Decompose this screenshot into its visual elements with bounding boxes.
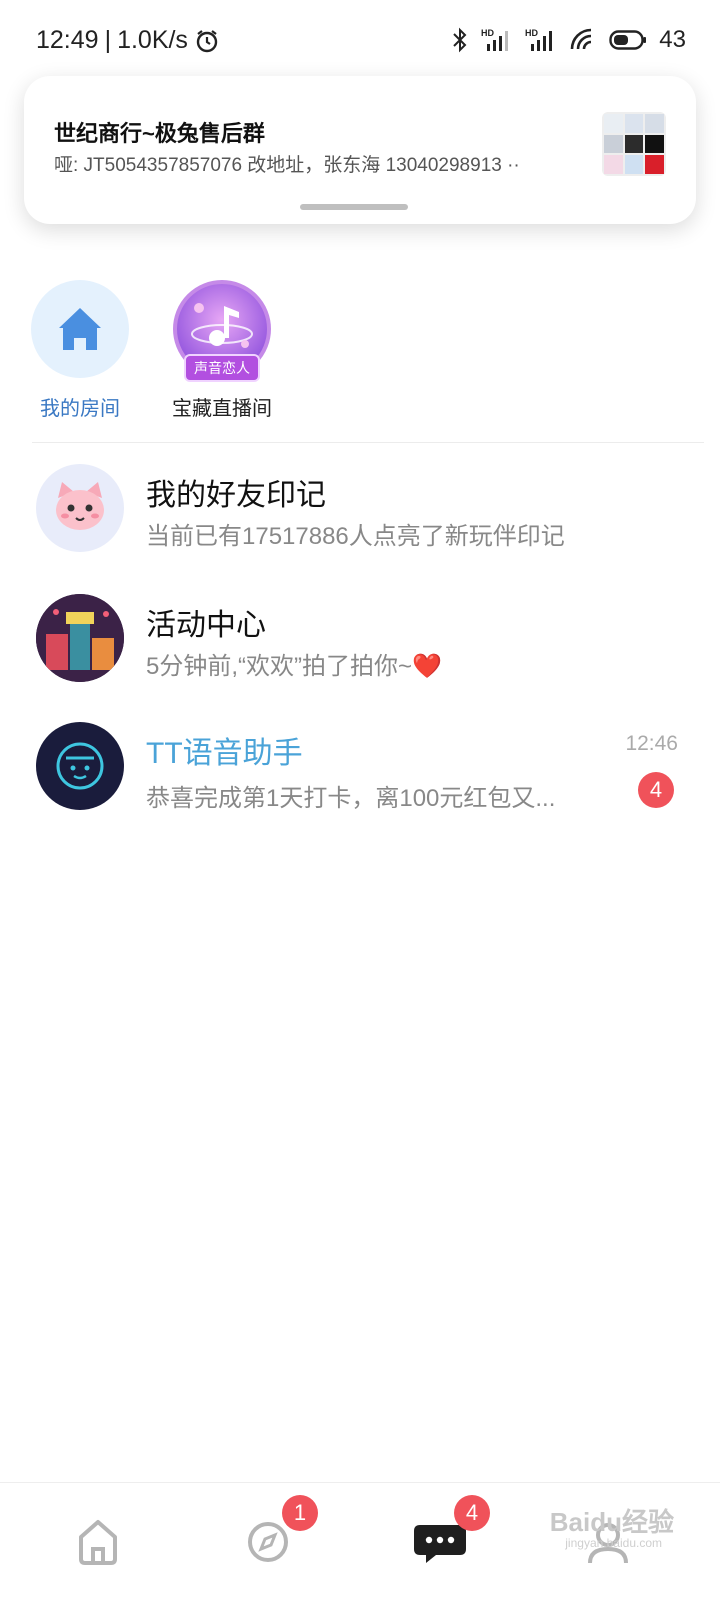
room-shortcuts: 我的房间 声音恋人 宝藏直播间 [0,280,720,440]
list-item-subtitle: 恭喜完成第1天打卡，离100元红包又... [146,785,556,812]
divider [32,442,704,443]
list-item-subtitle: 5分钟前,“欢欢”拍了拍你~❤️ [146,653,442,680]
room-badge: 声音恋人 [184,354,260,382]
room-treasure-live-label: 宝藏直播间 [172,398,272,420]
battery-icon [609,30,647,50]
signal-hd-icon: HD [481,28,509,51]
unread-badge: 4 [638,772,674,808]
svg-text:HD: HD [481,28,494,38]
status-left: 12:49 | 1.0K/s [36,26,220,55]
home-icon [59,308,101,350]
nav-discover[interactable]: 1 [220,1495,318,1587]
room-treasure-live[interactable]: 声音恋人 宝藏直播间 [152,280,292,421]
list-item-title: 我的好友印记 [146,479,326,512]
wifi-icon [570,28,592,50]
watermark-sub: jingyan.baidu.com [565,1536,662,1550]
assistant-avatar [36,722,124,810]
nav-home[interactable] [50,1497,146,1587]
notification-drag-handle[interactable] [300,204,408,210]
signal-hd-icon: HD [525,28,553,51]
notification-body: 哑: JT5054357857076 改地址，张东海 13040298913 ·… [54,155,520,176]
status-right: HD HD 43 [451,26,686,54]
list-item-time: 12:46 [625,732,678,755]
notification-title: 世纪商行~极兔售后群 [54,121,265,146]
alarm-icon [196,29,218,52]
activity-avatar [36,594,124,682]
svg-text:HD: HD [525,28,538,38]
home-outline-icon [79,1520,117,1565]
room-treasure-live-avatar: 声音恋人 [173,280,271,382]
list-item-title: 活动中心 [146,609,266,642]
bluetooth-icon [453,27,467,53]
status-bar: 12:49 | 1.0K/s HD HD 43 [0,0,720,84]
cat-avatar [36,464,124,552]
notification-thumbnail [602,112,666,176]
battery-level: 43 [659,26,686,53]
nav-messages[interactable]: 4 [392,1495,490,1587]
list-item-title: TT语音助手 [146,737,303,770]
status-separator: | [104,26,112,54]
room-my-room[interactable]: 我的房间 [10,280,150,421]
nav-messages-badge: 4 [454,1495,490,1531]
status-speed: 1.0K/s [117,26,188,54]
watermark: Baidu经验 [549,1507,674,1537]
list-item-friend-mark[interactable]: 我的好友印记 当前已有17517886人点亮了新玩伴印记 [0,464,720,574]
list-item-subtitle: 当前已有17517886人点亮了新玩伴印记 [146,523,565,550]
notification-card[interactable]: 世纪商行~极兔售后群 哑: JT5054357857076 改地址，张东海 13… [24,76,696,224]
nav-discover-badge: 1 [282,1495,318,1531]
list-item-activity-center[interactable]: 活动中心 5分钟前,“欢欢”拍了拍你~❤️ [0,594,720,704]
room-my-room-avatar [31,280,129,378]
room-my-room-label: 我的房间 [40,398,120,420]
list-item-tt-assistant[interactable]: TT语音助手 恭喜完成第1天打卡，离100元红包又... 12:46 4 [0,722,720,832]
status-time: 12:49 [36,26,99,54]
